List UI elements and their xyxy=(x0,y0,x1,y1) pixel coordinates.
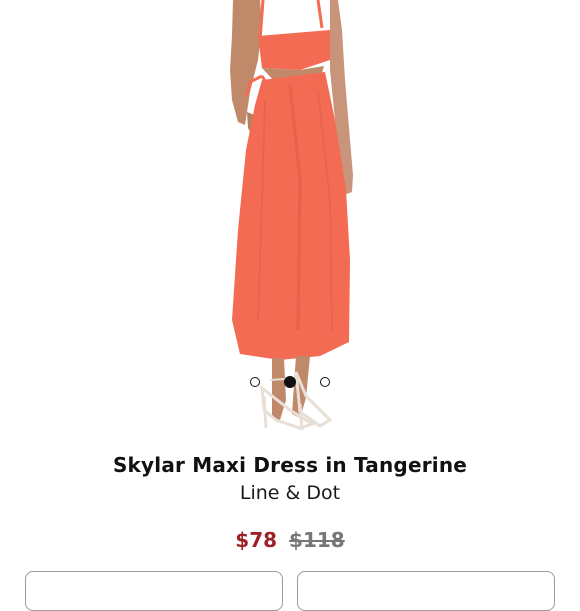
product-title: Skylar Maxi Dress in Tangerine xyxy=(112,453,468,477)
gallery-pagination xyxy=(0,376,580,388)
gallery-dot-3[interactable] xyxy=(320,377,330,387)
brand-name[interactable]: Line & Dot xyxy=(0,482,580,504)
sale-price: $78 xyxy=(235,528,278,552)
product-photo xyxy=(230,0,353,431)
gallery-dot-2[interactable] xyxy=(284,376,296,388)
original-price: $118 xyxy=(289,528,345,552)
gallery-dot-1[interactable] xyxy=(250,377,260,387)
product-image-gallery[interactable] xyxy=(0,0,580,440)
action-button-right[interactable] xyxy=(297,571,555,611)
price-row: $78 $118 xyxy=(0,528,580,552)
action-button-left[interactable] xyxy=(25,571,283,611)
